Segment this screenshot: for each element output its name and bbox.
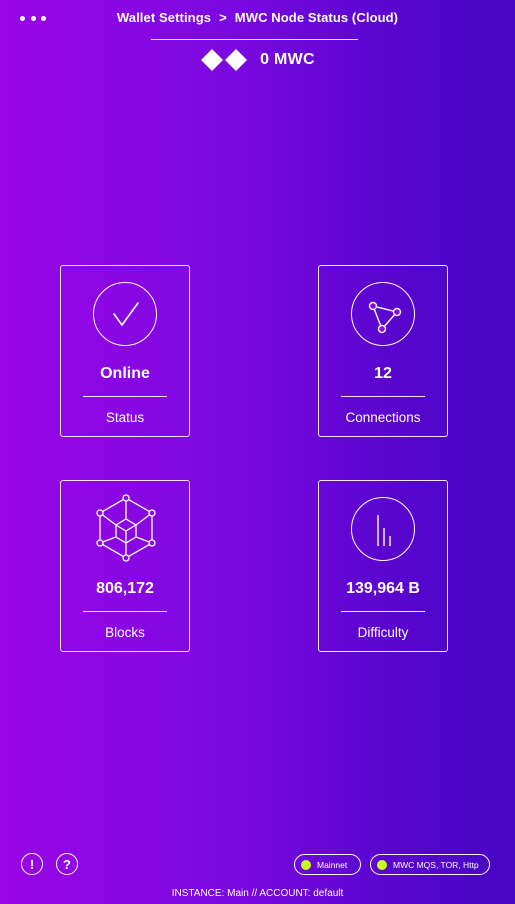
checkmark-icon <box>113 302 139 326</box>
blocks-value: 806,172 <box>96 580 154 597</box>
footer-actions: ! ? <box>21 853 91 875</box>
card-divider <box>83 611 167 612</box>
mwc-logo-icon <box>201 49 248 71</box>
icon-ring <box>351 282 415 346</box>
blocks-card[interactable]: 806,172 Blocks <box>60 480 190 652</box>
transport-label: MWC MQS, TOR, Http <box>393 859 479 870</box>
balance-amount: 0 MWC <box>260 51 315 68</box>
icon-ring <box>351 497 415 561</box>
difficulty-label: Difficulty <box>357 625 409 640</box>
difficulty-card[interactable]: 139,964 B Difficulty <box>318 480 448 652</box>
balance-display: 0 MWC <box>0 48 515 72</box>
connections-value: 12 <box>374 365 392 382</box>
network-label: Mainnet <box>317 859 348 870</box>
transport-badge[interactable]: MWC MQS, TOR, Http <box>370 854 490 875</box>
header-divider <box>151 39 358 40</box>
status-dot-icon <box>377 859 387 870</box>
connections-icon <box>368 301 402 334</box>
status-dot-icon <box>301 859 311 870</box>
breadcrumb-current: MWC Node Status (Cloud) <box>234 10 399 25</box>
network-badge[interactable]: Mainnet <box>294 854 361 875</box>
card-divider <box>83 396 167 397</box>
cube-network-icon <box>96 494 156 562</box>
blocks-label: Blocks <box>105 625 145 640</box>
instance-account-line: INSTANCE: Main // ACCOUNT: default <box>171 888 344 899</box>
breadcrumb: Wallet Settings > MWC Node Status (Cloud) <box>0 10 515 25</box>
status-value: Online <box>100 365 150 382</box>
icon-ring <box>93 282 157 346</box>
connections-card[interactable]: 12 Connections <box>318 265 448 437</box>
connections-label: Connections <box>345 410 421 425</box>
card-divider <box>341 611 425 612</box>
card-divider <box>341 396 425 397</box>
status-label: Status <box>105 410 145 425</box>
bar-chart-icon <box>377 515 391 546</box>
difficulty-value: 139,964 B <box>346 580 420 597</box>
info-icon[interactable]: ! <box>21 853 43 875</box>
breadcrumb-parent[interactable]: Wallet Settings <box>117 10 211 25</box>
breadcrumb-separator: > <box>219 10 227 25</box>
status-card[interactable]: Online Status <box>60 265 190 437</box>
help-icon[interactable]: ? <box>56 853 78 875</box>
top-bar: Wallet Settings > MWC Node Status (Cloud) … <box>0 0 515 80</box>
